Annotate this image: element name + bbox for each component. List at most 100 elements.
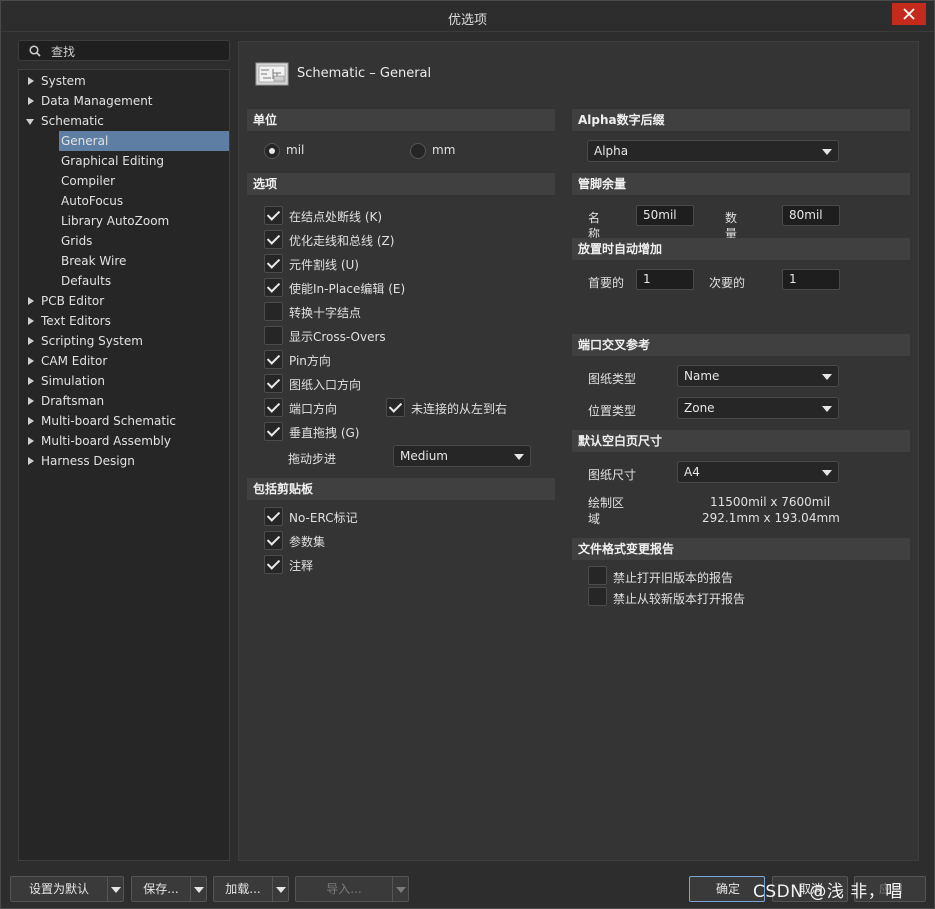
checkbox-unconnected-left-to-right[interactable] <box>386 398 405 417</box>
checkbox-label: 元件割线 (U) <box>289 258 359 272</box>
tree-item-schematic[interactable]: Schematic <box>19 111 229 131</box>
radio-mil[interactable] <box>264 143 280 159</box>
secondary-label: 次要的 <box>709 276 746 290</box>
primary-increment-input[interactable]: 1 <box>636 269 694 290</box>
expand-arrow-icon[interactable] <box>28 357 34 365</box>
tree-item-grids[interactable]: Grids <box>19 231 229 251</box>
expand-arrow-icon[interactable] <box>28 457 34 465</box>
chevron-down-icon <box>822 149 832 155</box>
tree-item-system[interactable]: System <box>19 71 229 91</box>
tree-item-label: Compiler <box>61 174 116 188</box>
checkbox-suppress-newer-version-report[interactable] <box>588 587 607 606</box>
search-field[interactable]: 查找 <box>18 40 230 61</box>
radio-mm[interactable] <box>410 143 426 159</box>
title-bar: 优选项 <box>1 1 934 32</box>
checkbox-label: 禁止打开旧版本的报告 <box>613 571 734 585</box>
tree-item-simulation[interactable]: Simulation <box>19 371 229 391</box>
button-label: 导入... <box>326 882 362 896</box>
checkbox-label: 端口方向 <box>289 402 338 416</box>
checkbox-pin-direction[interactable] <box>264 350 283 369</box>
tree-item-cam-editor[interactable]: CAM Editor <box>19 351 229 371</box>
tree-item-label: Multi-board Assembly <box>41 434 171 448</box>
sheet-type-dropdown[interactable]: Name <box>677 365 839 387</box>
location-type-dropdown[interactable]: Zone <box>677 397 839 419</box>
collapse-arrow-icon[interactable] <box>26 119 34 125</box>
tree-item-text-editors[interactable]: Text Editors <box>19 311 229 331</box>
expand-arrow-icon[interactable] <box>28 417 34 425</box>
checkbox-enable-in-place-editing[interactable] <box>264 278 283 297</box>
expand-arrow-icon[interactable] <box>28 377 34 385</box>
expand-arrow-icon[interactable] <box>28 97 34 105</box>
checkbox-convert-cross-junctions[interactable] <box>264 302 283 321</box>
button-split <box>107 877 108 901</box>
checkbox-port-direction[interactable] <box>264 398 283 417</box>
tree-item-label: Break Wire <box>61 254 127 268</box>
checkbox-suppress-older-version-report[interactable] <box>588 566 607 585</box>
default-blank-sheet-section-header: 默认空白页尺寸 <box>572 430 910 452</box>
sheet-size-dropdown[interactable]: A4 <box>677 461 839 483</box>
chevron-down-icon <box>822 470 832 476</box>
checkbox-optimize-wires-buses[interactable] <box>264 230 283 249</box>
import-button[interactable]: 导入... <box>295 876 409 902</box>
checkbox-components-cut-wires[interactable] <box>264 254 283 273</box>
tree-item-label: AutoFocus <box>61 194 124 208</box>
button-label: 加载... <box>225 882 261 896</box>
tree-item-label: Library AutoZoom <box>61 214 170 228</box>
sheet-type-label: 图纸类型 <box>588 372 637 386</box>
tree-item-graphical-editing[interactable]: Graphical Editing <box>19 151 229 171</box>
expand-arrow-icon[interactable] <box>28 337 34 345</box>
chevron-down-icon[interactable] <box>111 887 121 893</box>
window-title: 优选项 <box>447 13 487 28</box>
expand-arrow-icon[interactable] <box>28 317 34 325</box>
tree-item-pcb-editor[interactable]: PCB Editor <box>19 291 229 311</box>
tree-item-library-autozoom[interactable]: Library AutoZoom <box>19 211 229 231</box>
save-button[interactable]: 保存... <box>131 876 207 902</box>
checkbox-no-erc-markers[interactable] <box>264 507 283 526</box>
chevron-down-icon[interactable] <box>276 887 286 893</box>
checkbox-parameter-sets[interactable] <box>264 531 283 550</box>
expand-arrow-icon[interactable] <box>28 437 34 445</box>
close-button[interactable] <box>892 3 926 25</box>
tree-item-autofocus[interactable]: AutoFocus <box>19 191 229 211</box>
port-cross-ref-section-header: 端口交叉参考 <box>572 334 910 356</box>
checkbox-sheet-entry-direction[interactable] <box>264 374 283 393</box>
tree-item-label: Simulation <box>41 374 105 388</box>
tree-item-label: PCB Editor <box>41 294 105 308</box>
checkbox-display-cross-overs[interactable] <box>264 326 283 345</box>
tree-item-compiler[interactable]: Compiler <box>19 171 229 191</box>
chevron-down-icon <box>822 374 832 380</box>
secondary-increment-input[interactable]: 1 <box>782 269 840 290</box>
location-type-label: 位置类型 <box>588 404 637 418</box>
tree-item-harness-design[interactable]: Harness Design <box>19 451 229 471</box>
chevron-down-icon[interactable] <box>194 887 204 893</box>
drag-step-dropdown[interactable]: Medium <box>393 445 531 467</box>
checkbox-label: Pin方向 <box>289 354 331 368</box>
checkbox-label: 显示Cross-Overs <box>289 330 386 344</box>
pin-number-margin-input[interactable]: 80mil <box>782 205 840 226</box>
checkbox-label: No-ERC标记 <box>289 511 358 525</box>
tree-item-multi-board-assembly[interactable]: Multi-board Assembly <box>19 431 229 451</box>
chevron-down-icon[interactable] <box>396 887 406 893</box>
button-split <box>272 877 273 901</box>
tree-item-multi-board-schematic[interactable]: Multi-board Schematic <box>19 411 229 431</box>
pin-name-margin-input[interactable]: 50mil <box>636 205 694 226</box>
expand-arrow-icon[interactable] <box>28 397 34 405</box>
expand-arrow-icon[interactable] <box>28 297 34 305</box>
tree-item-label: Graphical Editing <box>61 154 165 168</box>
tree-item-scripting-system[interactable]: Scripting System <box>19 331 229 351</box>
tree-item-label: Defaults <box>61 274 112 288</box>
tree-item-general[interactable]: General <box>19 131 229 151</box>
checkbox-notes[interactable] <box>264 555 283 574</box>
checkbox-break-wires-at-junctions[interactable] <box>264 206 283 225</box>
tree-item-data-management[interactable]: Data Management <box>19 91 229 111</box>
expand-arrow-icon[interactable] <box>28 77 34 85</box>
checkbox-drag-orthogonal[interactable] <box>264 422 283 441</box>
alpha-suffix-dropdown[interactable]: Alpha <box>587 140 839 162</box>
tree-item-break-wire[interactable]: Break Wire <box>19 251 229 271</box>
tree-item-draftsman[interactable]: Draftsman <box>19 391 229 411</box>
load-button[interactable]: 加载... <box>213 876 289 902</box>
tree-item-label: CAM Editor <box>41 354 108 368</box>
set-default-button[interactable]: 设置为默认 <box>10 876 124 902</box>
alpha-suffix-value: Alpha <box>594 144 629 158</box>
tree-item-defaults[interactable]: Defaults <box>19 271 229 291</box>
